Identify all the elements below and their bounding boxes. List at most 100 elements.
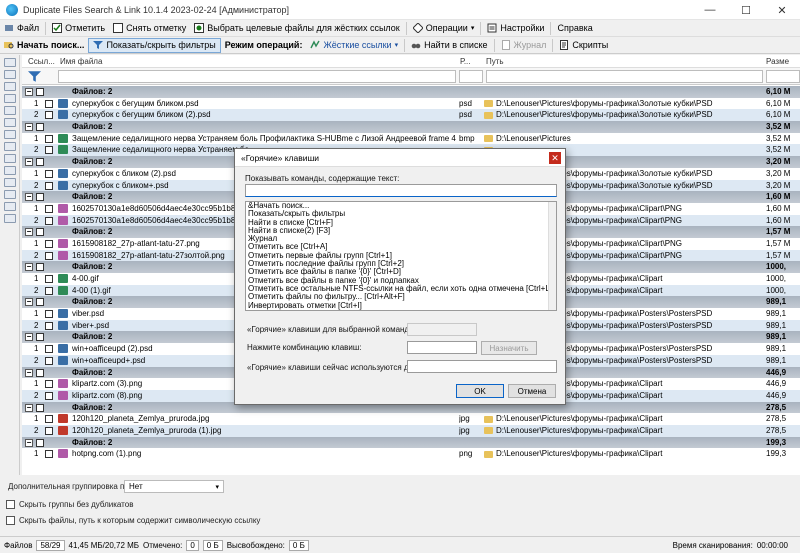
minimize-button[interactable]: — [692,0,728,20]
side-tool-icon[interactable] [3,58,16,67]
group-checkbox[interactable] [36,193,44,202]
collapse-icon[interactable]: − [25,333,33,342]
menu-operations[interactable]: Операции ▾ [409,21,479,36]
hide-symlinks-checkbox[interactable] [6,516,15,525]
menu-settings[interactable]: Настройки [483,21,548,36]
command-list-item[interactable]: Инвертировать отметки [Ctrl+I] [246,301,556,310]
group-checkbox[interactable] [36,123,44,132]
col-ext[interactable]: Р... [460,57,471,66]
side-tool-icon[interactable] [3,154,16,163]
group-checkbox[interactable] [36,333,44,342]
file-checkbox[interactable] [45,239,53,248]
hide-groups-checkbox[interactable] [6,500,15,509]
command-list-item[interactable]: Найти в списке(2) [F3] [246,226,556,235]
size-filter-input[interactable] [766,70,800,83]
operation-mode-dropdown[interactable]: Жёсткие ссылки ▾ [306,38,402,53]
side-tool-icon[interactable] [3,142,16,151]
file-checkbox[interactable] [45,450,53,459]
group-checkbox[interactable] [36,263,44,272]
file-checkbox[interactable] [45,99,53,108]
journal-button[interactable]: Журнал [497,38,551,53]
side-tool-icon[interactable] [3,166,16,175]
collapse-icon[interactable]: − [25,298,33,307]
group-checkbox[interactable] [36,438,44,447]
file-checkbox[interactable] [45,169,53,178]
collapse-icon[interactable]: − [25,228,33,237]
side-tool-icon[interactable] [3,118,16,127]
col-links[interactable]: Ссыл... [28,57,55,66]
collapse-icon[interactable]: − [25,158,33,167]
grouping-select[interactable]: Нет ▾ [124,480,224,493]
file-checkbox[interactable] [45,216,53,225]
group-row[interactable]: − Файлов: 2 3,52 М [22,121,800,133]
scripts-button[interactable]: Скрипты [555,38,612,53]
table-row[interactable]: 1 120h120_planeta_Zemlya_pruroda.jpg jpg D:… [22,413,800,425]
file-checkbox[interactable] [45,345,53,354]
hide-groups-option[interactable]: Скрыть группы без дубликатов [6,500,133,509]
start-search-button[interactable]: Начать поиск... [0,38,88,53]
col-filename[interactable]: Имя файла [60,57,102,66]
ext-filter-input[interactable] [459,70,483,83]
assign-button[interactable]: Назначить [481,341,537,355]
col-size[interactable]: Разме [766,57,789,66]
collapse-icon[interactable]: − [25,193,33,202]
file-checkbox[interactable] [45,415,53,424]
toggle-filters-button[interactable]: Показать/скрыть фильтры [88,37,221,53]
group-checkbox[interactable] [36,403,44,412]
menu-mark[interactable]: Отметить [48,21,109,36]
menu-file[interactable]: Файл [0,21,43,36]
ok-button[interactable]: OK [456,384,504,398]
hide-symlinks-option[interactable]: Скрыть файлы, путь к которым содержит си… [6,516,260,525]
side-tool-icon[interactable] [3,214,16,223]
path-filter-input[interactable] [486,70,763,83]
file-checkbox[interactable] [45,356,53,365]
file-checkbox[interactable] [45,251,53,260]
menu-unmark[interactable]: Снять отметку [109,21,190,36]
commands-list-scrollbar[interactable] [548,202,556,310]
side-tool-icon[interactable] [3,178,16,187]
side-tool-icon[interactable] [3,202,16,211]
file-checkbox[interactable] [45,275,53,283]
file-checkbox[interactable] [45,286,53,295]
collapse-icon[interactable]: − [25,123,33,132]
group-checkbox[interactable] [36,88,44,96]
file-checkbox[interactable] [45,426,53,435]
group-checkbox[interactable] [36,228,44,237]
collapse-icon[interactable]: − [25,403,33,412]
file-checkbox[interactable] [45,380,53,389]
file-checkbox[interactable] [45,134,53,143]
group-row[interactable]: − Файлов: 2 199,3 [22,436,800,449]
side-tool-icon[interactable] [3,94,16,103]
side-tool-icon[interactable] [3,106,16,115]
table-row[interactable]: 1 суперкубок с бегущим бликом.psd psd D:\Le… [22,97,800,110]
filter-commands-input[interactable] [245,184,557,197]
hotkey-capture-input[interactable] [407,341,477,354]
table-row[interactable]: 2 120h120_planeta_Zemlya_pruroda (1).jpg j… [22,424,800,437]
side-tool-icon[interactable] [3,190,16,199]
table-row[interactable]: 2 суперкубок с бегущим бликом (2).psd psd D… [22,109,800,122]
close-window-button[interactable]: ✕ [764,0,800,20]
file-checkbox[interactable] [45,181,53,190]
file-checkbox[interactable] [45,310,53,319]
menu-help[interactable]: Справка [553,21,596,36]
file-checkbox[interactable] [45,111,53,120]
file-checkbox[interactable] [45,391,53,400]
side-tool-icon[interactable] [3,82,16,91]
group-checkbox[interactable] [36,158,44,167]
file-checkbox[interactable] [45,204,53,213]
collapse-icon[interactable]: − [25,368,33,377]
table-row[interactable]: 1 hotpng.com (1).png png D:\Lenouser\Pictur… [22,448,800,460]
collapse-icon[interactable]: − [25,263,33,272]
cancel-button[interactable]: Отмена [508,384,556,398]
maximize-button[interactable]: ☐ [728,0,764,20]
col-path[interactable]: Путь [486,57,504,66]
filename-filter-input[interactable] [58,70,456,83]
collapse-icon[interactable]: − [25,88,33,96]
group-checkbox[interactable] [36,368,44,377]
side-tool-icon[interactable] [3,130,16,139]
table-row[interactable]: 1 Защемление седалищного нерва Устраняем … [22,132,800,145]
menu-select-target[interactable]: Выбрать целевые файлы для жёстких ссылок [190,21,403,36]
file-checkbox[interactable] [45,321,53,330]
group-checkbox[interactable] [36,298,44,307]
collapse-icon[interactable]: − [25,438,33,447]
